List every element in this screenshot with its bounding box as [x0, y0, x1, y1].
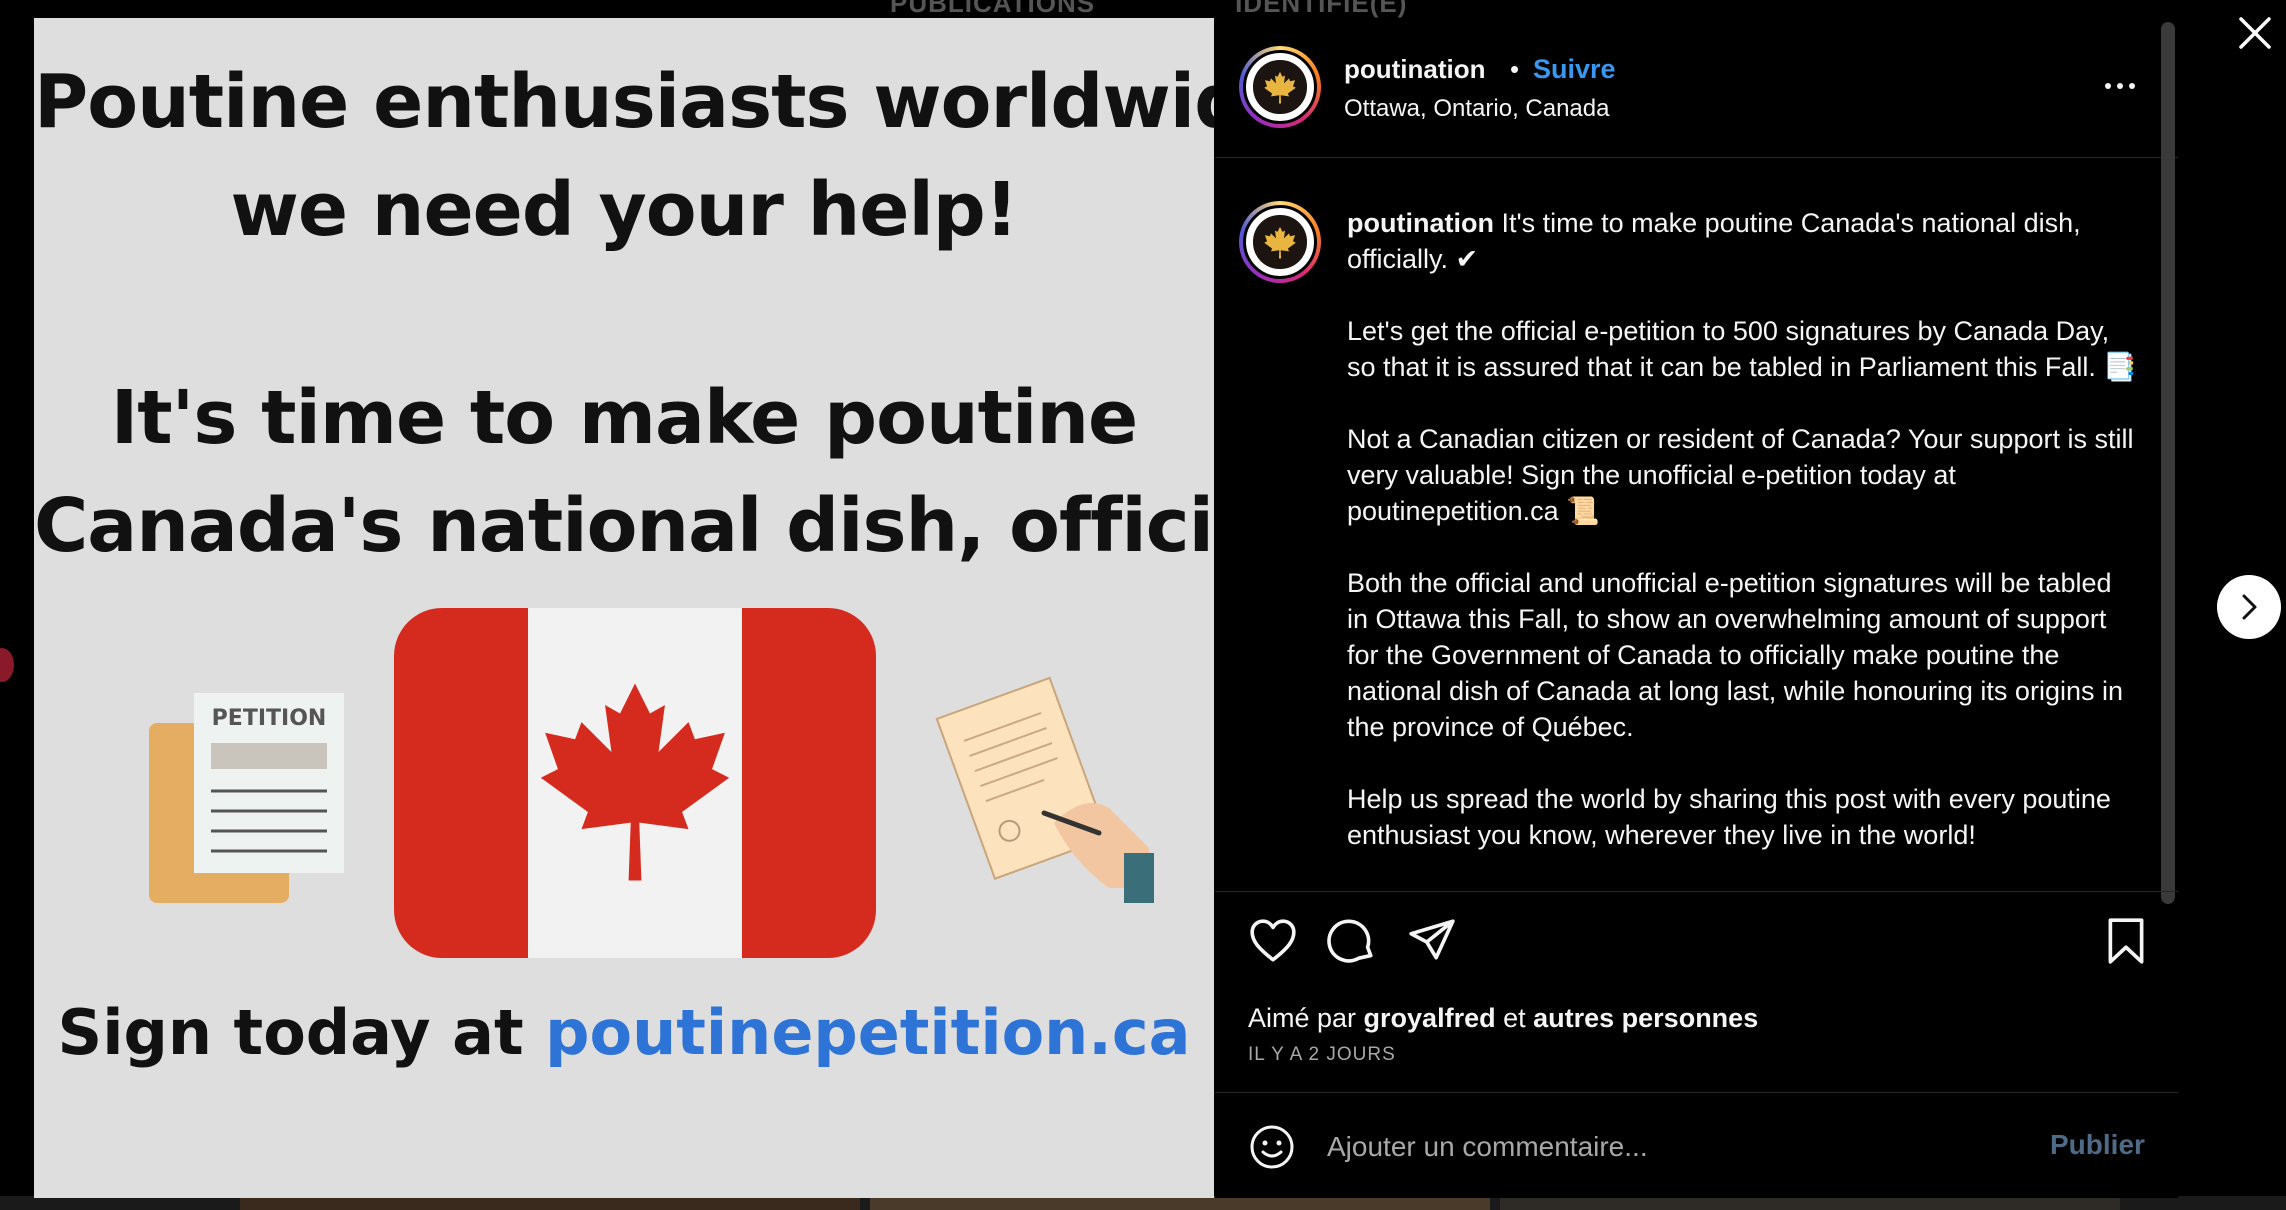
background-notification-dot [0, 648, 14, 682]
liked-by-others-link[interactable]: autres personnes [1533, 1003, 1758, 1033]
avatar[interactable] [1239, 46, 1321, 128]
avatar[interactable] [1239, 201, 1321, 283]
post-image: Poutine enthusiasts worldwide, we need y… [34, 18, 1214, 1198]
post-timestamp[interactable]: IL Y A 2 JOURS [1248, 1044, 1396, 1066]
next-post-button[interactable] [2217, 575, 2281, 639]
share-button[interactable] [1407, 916, 1457, 966]
more-horizontal-icon [2129, 83, 2135, 89]
petition-document-icon: PETITION [149, 693, 344, 903]
cta-prefix: Sign today at [57, 996, 546, 1069]
background-thumbnail[interactable] [870, 1196, 1490, 1210]
comment-icon [1327, 919, 1373, 963]
comment-bar: Publier [1215, 1092, 2178, 1198]
location-link[interactable]: Ottawa, Ontario, Canada [1344, 95, 1609, 123]
caption-paragraph: Both the official and unofficial e-petit… [1347, 568, 2123, 742]
caption-paragraph: Help us spread the world by sharing this… [1347, 784, 2111, 850]
petition-label: PETITION [212, 706, 327, 731]
image-heading: Poutine enthusiasts worldwide, we need y… [34, 48, 1214, 264]
likes-and: et [1495, 1003, 1534, 1033]
brand-logo-icon [1264, 226, 1296, 259]
caption-scroll-area[interactable]: poutination It's time to make poutine Ca… [1215, 159, 2178, 891]
header-username[interactable]: poutination [1344, 54, 1486, 85]
liked-by-user-link[interactable]: groyalfred [1364, 1003, 1496, 1033]
bookmark-icon [2108, 918, 2144, 964]
canada-flag [394, 608, 876, 958]
header-separator: • [1510, 54, 1520, 84]
caption-paragraph: Let's get the official e-petition to 500… [1347, 316, 2138, 382]
signing-hand-icon [935, 676, 1154, 903]
emoji-icon [1250, 1125, 1294, 1169]
like-button[interactable] [1248, 916, 1298, 966]
image-heading-line: Poutine enthusiasts worldwide, [34, 59, 1214, 145]
comment-button[interactable] [1327, 916, 1377, 966]
scrollbar[interactable] [2161, 22, 2175, 904]
likes-summary: Aimé par groyalfred et autres personnes [1248, 1003, 1758, 1034]
image-subheading-line: Canada's national dish, officially. [34, 483, 1214, 569]
comment-input[interactable] [1327, 1125, 1987, 1169]
caption-username[interactable]: poutination [1347, 208, 1494, 238]
tab-publications[interactable]: PUBLICATIONS [890, 0, 1095, 20]
post-side-panel: poutination • Suivre Ottawa, Ontario, Ca… [1215, 18, 2178, 1198]
image-subheading-line: It's time to make poutine [110, 375, 1138, 461]
emoji-button[interactable] [1248, 1123, 1296, 1171]
more-horizontal-icon [2117, 83, 2123, 89]
background-tabs: PUBLICATIONS IDENTIFIÉ(E) [890, 0, 1407, 20]
more-options-button[interactable] [2095, 70, 2145, 102]
follow-button[interactable]: Suivre [1533, 54, 1616, 85]
chevron-right-icon [2242, 594, 2257, 620]
brand-logo-icon [1264, 71, 1296, 104]
cta-url: poutinepetition.ca [545, 996, 1191, 1069]
publish-button[interactable]: Publier [2050, 1129, 2145, 1161]
action-bar [1215, 891, 2178, 971]
image-heading-line: we need your help! [230, 167, 1018, 253]
send-icon [1409, 919, 1455, 960]
caption-paragraph: Not a Canadian citizen or resident of Ca… [1347, 424, 2134, 526]
background-thumbnail[interactable] [1500, 1196, 2120, 1210]
post-header: poutination • Suivre Ottawa, Ontario, Ca… [1215, 18, 2178, 158]
image-subheading: It's time to make poutine Canada's natio… [34, 364, 1214, 580]
save-button[interactable] [2101, 916, 2151, 966]
close-icon [2239, 17, 2271, 49]
background-thumbnail[interactable] [240, 1196, 860, 1210]
image-cta: Sign today at poutinepetition.ca [34, 996, 1214, 1069]
close-button[interactable] [2232, 10, 2278, 56]
background-grid-strip [0, 1196, 2286, 1210]
heart-icon [1250, 919, 1296, 962]
post-caption: poutination It's time to make poutine Ca… [1347, 205, 2137, 889]
likes-prefix: Aimé par [1248, 1003, 1364, 1033]
more-horizontal-icon [2105, 83, 2111, 89]
maple-leaf-icon [540, 683, 730, 881]
tab-tagged[interactable]: IDENTIFIÉ(E) [1235, 0, 1407, 20]
